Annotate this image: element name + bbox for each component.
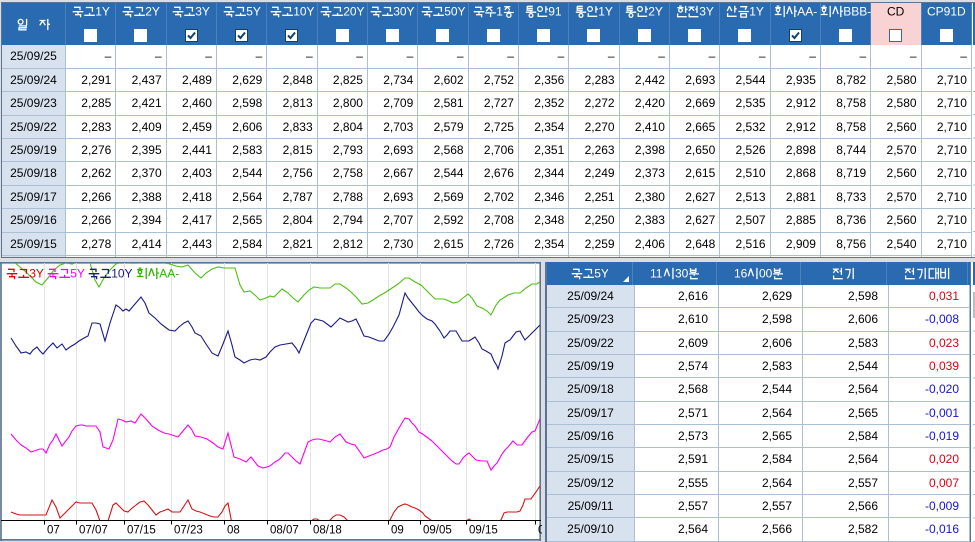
svg-text:09/05: 09/05 bbox=[423, 525, 452, 537]
svg-text:09/2: 09/2 bbox=[538, 525, 542, 537]
svg-text:07/07: 07/07 bbox=[79, 525, 108, 537]
svg-text:1Y: 1Y bbox=[95, 5, 110, 18]
svg-text:10Y: 10Y bbox=[293, 5, 314, 18]
svg-text:00: 00 bbox=[758, 267, 772, 280]
svg-text:5Y: 5Y bbox=[594, 267, 609, 280]
svg-text:AA-: AA- bbox=[159, 267, 179, 280]
svg-text:CD: CD bbox=[887, 5, 904, 18]
svg-text:50Y: 50Y bbox=[444, 5, 465, 18]
svg-text:3Y: 3Y bbox=[196, 5, 211, 18]
svg-text:1: 1 bbox=[496, 5, 503, 18]
svg-text:08/18: 08/18 bbox=[313, 525, 342, 537]
svg-text:1Y: 1Y bbox=[598, 5, 613, 18]
svg-text:BBB-: BBB- bbox=[843, 5, 871, 18]
svg-text:1Y: 1Y bbox=[749, 5, 764, 18]
svg-text:09/15: 09/15 bbox=[469, 525, 498, 537]
svg-text:30Y: 30Y bbox=[394, 5, 415, 18]
svg-text:2Y: 2Y bbox=[649, 5, 664, 18]
svg-text:08/07: 08/07 bbox=[270, 525, 299, 537]
svg-text:07/23: 07/23 bbox=[174, 525, 203, 537]
svg-text:3Y: 3Y bbox=[29, 267, 44, 280]
svg-text:11: 11 bbox=[650, 267, 663, 280]
svg-text:08: 08 bbox=[227, 525, 240, 537]
svg-text:5Y: 5Y bbox=[70, 267, 85, 280]
svg-text:07: 07 bbox=[47, 525, 60, 537]
svg-text:2Y: 2Y bbox=[145, 5, 160, 18]
svg-text:91: 91 bbox=[549, 5, 562, 18]
svg-text:5Y: 5Y bbox=[246, 5, 261, 18]
svg-text:09: 09 bbox=[391, 525, 404, 537]
svg-text:CP91D: CP91D bbox=[927, 5, 966, 18]
svg-text:16: 16 bbox=[734, 267, 748, 280]
svg-text:3Y: 3Y bbox=[699, 5, 714, 18]
svg-text:AA-: AA- bbox=[797, 5, 817, 18]
svg-text:10Y: 10Y bbox=[111, 267, 132, 280]
svg-text:30: 30 bbox=[674, 267, 688, 280]
svg-text:07/15: 07/15 bbox=[127, 525, 156, 537]
svg-text:20Y: 20Y bbox=[343, 5, 364, 18]
